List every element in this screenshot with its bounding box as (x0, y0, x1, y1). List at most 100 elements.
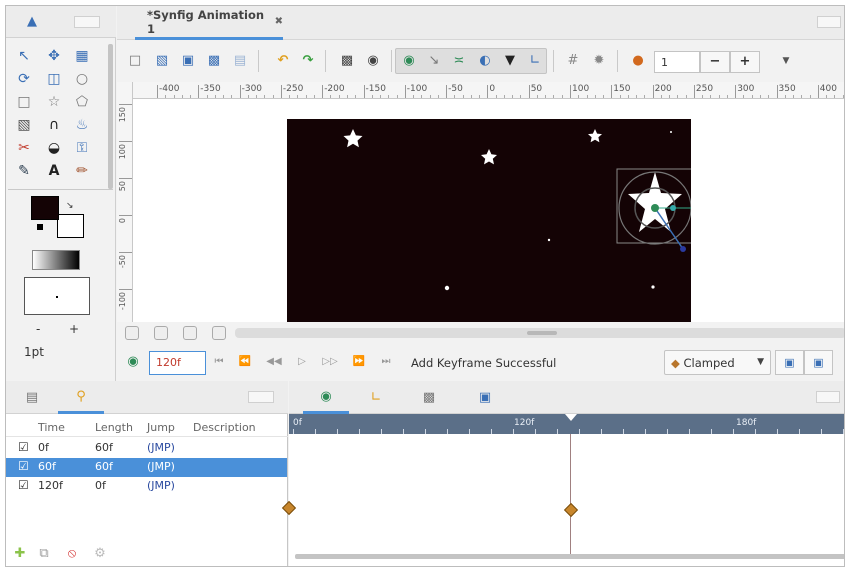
horizontal-scrollbar[interactable] (235, 328, 844, 338)
column-length[interactable]: Length (95, 421, 133, 434)
scrollbar-thumb[interactable] (527, 331, 557, 335)
next-frame-icon[interactable]: ▷▷ (322, 354, 338, 370)
prev-frame-icon[interactable]: ◀◀ (266, 354, 282, 370)
onion-skin-icon[interactable]: ● (630, 53, 646, 69)
outline-color-swatch[interactable] (31, 196, 59, 220)
rotate-tool-icon[interactable]: ⟳ (14, 69, 34, 89)
render-toggle-icon[interactable] (183, 326, 197, 340)
draw-tool-icon[interactable]: ✎ (14, 161, 34, 181)
timetrack-tab[interactable]: ◉ (303, 381, 349, 414)
gradient-swatch[interactable] (32, 250, 80, 270)
radius-handles-icon[interactable]: ↘ (426, 53, 442, 69)
render-icon[interactable]: ▩ (339, 53, 355, 69)
new-file-icon[interactable]: □ (127, 53, 143, 69)
increase-width-button[interactable]: + (69, 322, 79, 336)
add-keyframe-icon[interactable]: ✚ (12, 546, 28, 562)
canvas-frame[interactable] (287, 119, 698, 322)
tab-synfig-animation-1[interactable]: *Synfig Animation 1 ✖ (135, 6, 283, 40)
next-keyframe-icon[interactable]: ⏩ (351, 354, 367, 370)
column-jump[interactable]: Jump (147, 421, 175, 434)
active-checkbox[interactable]: ☑ (18, 478, 29, 492)
width-handles-icon[interactable]: ▼ (502, 53, 518, 69)
background-toggle-icon[interactable] (125, 326, 139, 340)
column-time[interactable]: Time (38, 421, 65, 434)
sound-tab-icon[interactable]: ▩ (421, 390, 437, 406)
toolbox-scrollbar[interactable] (108, 44, 113, 189)
panel-dock-handle[interactable] (74, 16, 100, 28)
fill-tool-icon[interactable]: ♨ (72, 115, 92, 135)
open-file-icon[interactable]: ▧ (154, 53, 170, 69)
swap-colors-icon[interactable]: ↘ (66, 201, 74, 211)
decrease-width-button[interactable]: - (36, 322, 40, 336)
save-as-icon[interactable]: ▩ (206, 53, 222, 69)
current-time-input[interactable]: 120f (149, 351, 206, 375)
keyframe-row[interactable]: ☑ 120f 0f (JMP) (6, 477, 287, 496)
prev-keyframe-icon[interactable]: ⏪ (237, 354, 253, 370)
lock-past-keyframe-icon[interactable]: ▣ (775, 350, 804, 375)
star-tool-icon[interactable]: ☆ (44, 92, 64, 112)
seek-end-icon[interactable]: ⏭ (378, 354, 394, 370)
column-description[interactable]: Description (193, 421, 256, 434)
keyframe-jump-link[interactable]: (JMP) (147, 441, 175, 454)
bone-handles-icon[interactable]: ∟ (527, 53, 543, 69)
canvas-workarea[interactable] (133, 99, 844, 322)
transform-tool-icon[interactable]: ↖ (14, 46, 34, 66)
onion-toggle-icon[interactable] (212, 326, 226, 340)
play-icon[interactable]: ▷ (294, 354, 310, 370)
keyframe-jump-link[interactable]: (JMP) (147, 479, 175, 492)
cutout-tool-icon[interactable]: ✂ (14, 138, 34, 158)
guides-toggle-icon[interactable] (154, 326, 168, 340)
decrement-button[interactable]: − (700, 51, 730, 73)
eyedrop-tool-icon[interactable]: ⚿ (72, 138, 92, 158)
keyframes-tab[interactable]: ⚲ (58, 381, 104, 414)
save-all-icon[interactable]: ▤ (232, 53, 248, 69)
mirror-tool-icon[interactable]: ◫ (44, 69, 64, 89)
increment-button[interactable]: + (730, 51, 760, 73)
keyframe-marker[interactable] (563, 502, 579, 518)
brush-tool-icon[interactable]: ✏ (72, 161, 92, 181)
timeline-ruler[interactable]: 0f 120f 180f (289, 414, 844, 434)
params-tab-icon[interactable]: ▤ (24, 390, 40, 406)
polygon-tool-icon[interactable]: ⬠ (72, 92, 92, 112)
time-cursor-head[interactable] (565, 414, 577, 421)
animation-mode-icon[interactable]: ◉ (125, 354, 141, 370)
spline-tool-icon[interactable]: ∩ (44, 115, 64, 135)
panel-dock-handle[interactable] (817, 16, 841, 28)
rectangle-tool-icon[interactable]: □ (14, 92, 34, 112)
active-checkbox[interactable]: ☑ (18, 440, 29, 454)
width-tool-icon[interactable]: ◒ (44, 138, 64, 158)
angle-handles-icon[interactable]: ◐ (477, 53, 493, 69)
active-checkbox[interactable]: ☑ (18, 459, 29, 473)
interpolation-select[interactable]: ◆ Clamped ▼ (664, 350, 771, 375)
fill-color-swatch[interactable] (57, 214, 84, 238)
circle-tool-icon[interactable]: ○ (72, 69, 92, 89)
tangent-handles-icon[interactable]: ≍ (451, 53, 467, 69)
close-tab-icon[interactable]: ✖ (275, 16, 283, 27)
time-cursor[interactable] (570, 434, 571, 556)
keyframe-jump-link[interactable]: (JMP) (147, 460, 175, 473)
redo-icon[interactable]: ↷ (300, 53, 316, 69)
preview-icon[interactable]: ◉ (365, 53, 381, 69)
onion-skin-input[interactable]: 1 (654, 51, 700, 73)
timeline-scrollbar[interactable] (295, 554, 844, 559)
gradient-tool-icon[interactable]: ▧ (14, 115, 34, 135)
library-tab-icon[interactable]: ▣ (477, 390, 493, 406)
position-handles-icon[interactable]: ◉ (401, 53, 417, 69)
keyframe-row-selected[interactable]: ☑ 60f 60f (JMP) (6, 458, 287, 477)
keyframe-row[interactable]: ☑ 0f 60f (JMP) (6, 439, 287, 458)
seek-begin-icon[interactable]: ⏮ (211, 354, 227, 370)
save-icon[interactable]: ▣ (180, 53, 196, 69)
snap-grid-icon[interactable]: ✹ (591, 53, 607, 69)
panel-dock-handle[interactable] (816, 391, 840, 403)
lock-future-keyframe-icon[interactable]: ▣ (804, 350, 833, 375)
width-value[interactable]: 1pt (24, 345, 44, 359)
text-tool-icon[interactable]: A (44, 161, 64, 181)
toolbar-overflow-icon[interactable]: ▼ (778, 53, 794, 69)
curves-tab-icon[interactable]: ∟ (368, 390, 384, 406)
scale-tool-icon[interactable]: ▦ (72, 46, 92, 66)
undo-icon[interactable]: ↶ (275, 53, 291, 69)
smooth-move-tool-icon[interactable]: ✥ (44, 46, 64, 66)
keyframe-properties-icon[interactable]: ⚙ (92, 546, 108, 562)
brush-size-preview[interactable] (24, 277, 90, 315)
grid-icon[interactable]: # (565, 53, 581, 69)
